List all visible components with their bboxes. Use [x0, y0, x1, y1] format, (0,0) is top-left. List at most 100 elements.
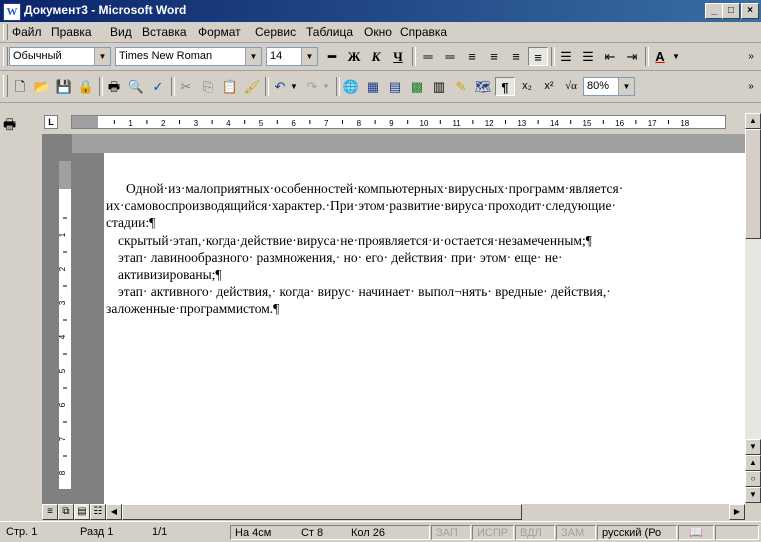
web-view-button[interactable]: ⧉ [58, 504, 74, 520]
format-painter-icon[interactable]: 🖌 [242, 77, 262, 96]
drawing-icon[interactable]: ✎ [451, 77, 471, 96]
columns-icon[interactable]: ▥ [429, 77, 449, 96]
menu-tools[interactable]: Сервис [255, 25, 296, 39]
status-ovr[interactable]: ЗАМ [556, 525, 596, 540]
chevron-down-icon[interactable]: ▼ [618, 78, 634, 95]
select-browse-object-button[interactable]: ○ [745, 471, 761, 487]
previous-page-button[interactable]: ▲ [745, 455, 761, 471]
outline-view-button[interactable]: ☷ [90, 504, 106, 520]
insert-excel-icon[interactable]: ▩ [407, 77, 427, 96]
align-left-icon[interactable]: ≡ [462, 47, 482, 66]
spelling-icon[interactable]: ✓ [148, 77, 168, 96]
print-view-button[interactable]: ▤ [74, 504, 90, 520]
paragraph-1-line-3[interactable]: стадии:¶ [106, 214, 155, 231]
paragraph-3-line-1[interactable]: этап· лавинообразного· размножения,· но·… [118, 249, 562, 266]
normal-view-button[interactable]: ≡ [42, 504, 58, 520]
next-page-button[interactable]: ▼ [745, 487, 761, 503]
equation-button[interactable]: √α [561, 77, 581, 96]
italic-button[interactable]: К [366, 47, 386, 66]
chevron-down-icon[interactable]: ▼ [301, 48, 317, 65]
status-language[interactable]: русский (Ро [597, 525, 677, 540]
underline-button[interactable]: Ч [388, 47, 408, 66]
paragraph-1-line-2[interactable]: их·самовоспроизводящийся·характер.·При·э… [106, 197, 616, 214]
vertical-scrollbar[interactable]: ▲ ▼ ▲ ○ ▼ [745, 113, 761, 503]
redo-icon[interactable]: ↷ [302, 77, 322, 96]
save-icon[interactable]: 💾 [54, 77, 74, 96]
hscroll-thumb[interactable] [122, 504, 522, 520]
bold-button[interactable]: Ж [344, 47, 364, 66]
print-icon[interactable]: 🖶 [104, 77, 124, 96]
double-line-icon[interactable]: ═ [418, 47, 438, 66]
new-document-icon[interactable]: 🗋 [10, 77, 30, 96]
document-map-icon[interactable]: 🗺 [473, 77, 493, 96]
menu-table[interactable]: Таблица [306, 25, 353, 39]
chevron-down-icon[interactable]: ▼ [670, 47, 682, 66]
chevron-down-icon[interactable]: ▼ [320, 77, 332, 96]
scroll-down-button[interactable]: ▼ [745, 439, 761, 455]
close-button[interactable]: × [741, 3, 759, 19]
horizontal-ruler[interactable]: 1 2 3 4 5 6 7 8 9 10 11 12 13 14 15 16 17 18 [71, 115, 726, 129]
increase-indent-icon[interactable]: ⇥ [622, 47, 642, 66]
status-ext[interactable]: ВДЛ [515, 525, 555, 540]
subscript-button[interactable]: x₂ [517, 77, 537, 96]
menu-file[interactable]: Файл [12, 25, 42, 39]
status-trk[interactable]: ИСПР [472, 525, 514, 540]
spelling-status-icon[interactable]: 📖 [678, 525, 714, 540]
menu-window[interactable]: Окно [364, 25, 392, 39]
paragraph-1-line-1[interactable]: Одной·из·малоприятных·особенностей·компь… [126, 180, 623, 197]
double-line-icon[interactable]: ═ [440, 47, 460, 66]
word-icon[interactable]: W [3, 3, 21, 21]
toolbar-grip[interactable] [3, 47, 8, 66]
chevron-down-icon[interactable]: ▼ [288, 77, 300, 96]
toolbar-options-icon[interactable]: » [744, 77, 758, 96]
align-right-icon[interactable]: ≡ [506, 47, 526, 66]
scroll-thumb[interactable] [745, 129, 761, 239]
horizontal-line-icon[interactable]: ━ [322, 47, 342, 66]
menu-help[interactable]: Справка [400, 25, 447, 39]
superscript-button[interactable]: x² [539, 77, 559, 96]
style-select[interactable]: Обычный ▼ [9, 47, 111, 66]
print-layout-icon[interactable]: 🖶 [3, 114, 16, 138]
numbering-icon[interactable]: ☰ [556, 47, 576, 66]
print-preview-icon[interactable]: 🔍 [126, 77, 146, 96]
paste-icon[interactable]: 📋 [220, 77, 240, 96]
decrease-indent-icon[interactable]: ⇤ [600, 47, 620, 66]
hyperlink-icon[interactable]: 🌐 [341, 77, 361, 96]
title-bar[interactable]: W Документ3 - Microsoft Word _ □ × [0, 0, 761, 22]
paragraph-4-line-1[interactable]: этап· активного· действия,· когда· вирус… [118, 283, 611, 300]
justify-icon[interactable]: ≡ [528, 47, 548, 66]
menu-grip[interactable] [3, 24, 8, 40]
document-page[interactable]: Одной·из·малоприятных·особенностей·компь… [104, 153, 745, 504]
menu-insert[interactable]: Вставка [142, 25, 187, 39]
menu-format[interactable]: Формат [198, 25, 241, 39]
maximize-button[interactable]: □ [722, 3, 740, 19]
open-folder-icon[interactable]: 📂 [32, 77, 52, 96]
permission-icon[interactable]: 🔒 [76, 77, 96, 96]
font-select[interactable]: Times New Roman ▼ [115, 47, 262, 66]
toolbar-grip[interactable] [3, 75, 8, 97]
chevron-down-icon[interactable]: ▼ [94, 48, 110, 65]
minimize-button[interactable]: _ [705, 3, 723, 19]
show-hide-button[interactable]: ¶ [495, 77, 515, 96]
copy-icon[interactable]: ⎘ [198, 77, 218, 96]
status-position-group[interactable]: На 4см Ст 8 Кол 26 [230, 525, 430, 540]
insert-table-icon[interactable]: ▤ [385, 77, 405, 96]
font-size-select[interactable]: 14 ▼ [266, 47, 318, 66]
menu-edit[interactable]: Правка [51, 25, 92, 39]
undo-icon[interactable]: ↶ [270, 77, 290, 96]
font-color-button[interactable]: А [650, 47, 670, 66]
tab-selector[interactable]: L [44, 115, 58, 129]
status-rec[interactable]: ЗАП [431, 525, 471, 540]
tables-borders-icon[interactable]: ▦ [363, 77, 383, 96]
scroll-right-button[interactable]: ▶ [729, 504, 745, 520]
paragraph-3-line-2[interactable]: активизированы;¶ [118, 266, 222, 283]
scroll-left-button[interactable]: ◀ [106, 504, 122, 520]
paragraph-4-line-2[interactable]: заложенные·программистом.¶ [106, 300, 279, 317]
status-page-group[interactable]: Стр. 1 Разд 1 1/1 [2, 525, 184, 540]
align-center-icon[interactable]: ≡ [484, 47, 504, 66]
cut-icon[interactable]: ✂ [176, 77, 196, 96]
horizontal-scrollbar[interactable]: ≡ ⧉ ▤ ☷ ◀ ▶ [42, 504, 745, 521]
toolbar-options-icon[interactable]: » [744, 47, 758, 66]
bullets-icon[interactable]: ☰ [578, 47, 598, 66]
paragraph-2[interactable]: скрытый·этап,·когда·действие·вируса·не·п… [118, 232, 592, 249]
